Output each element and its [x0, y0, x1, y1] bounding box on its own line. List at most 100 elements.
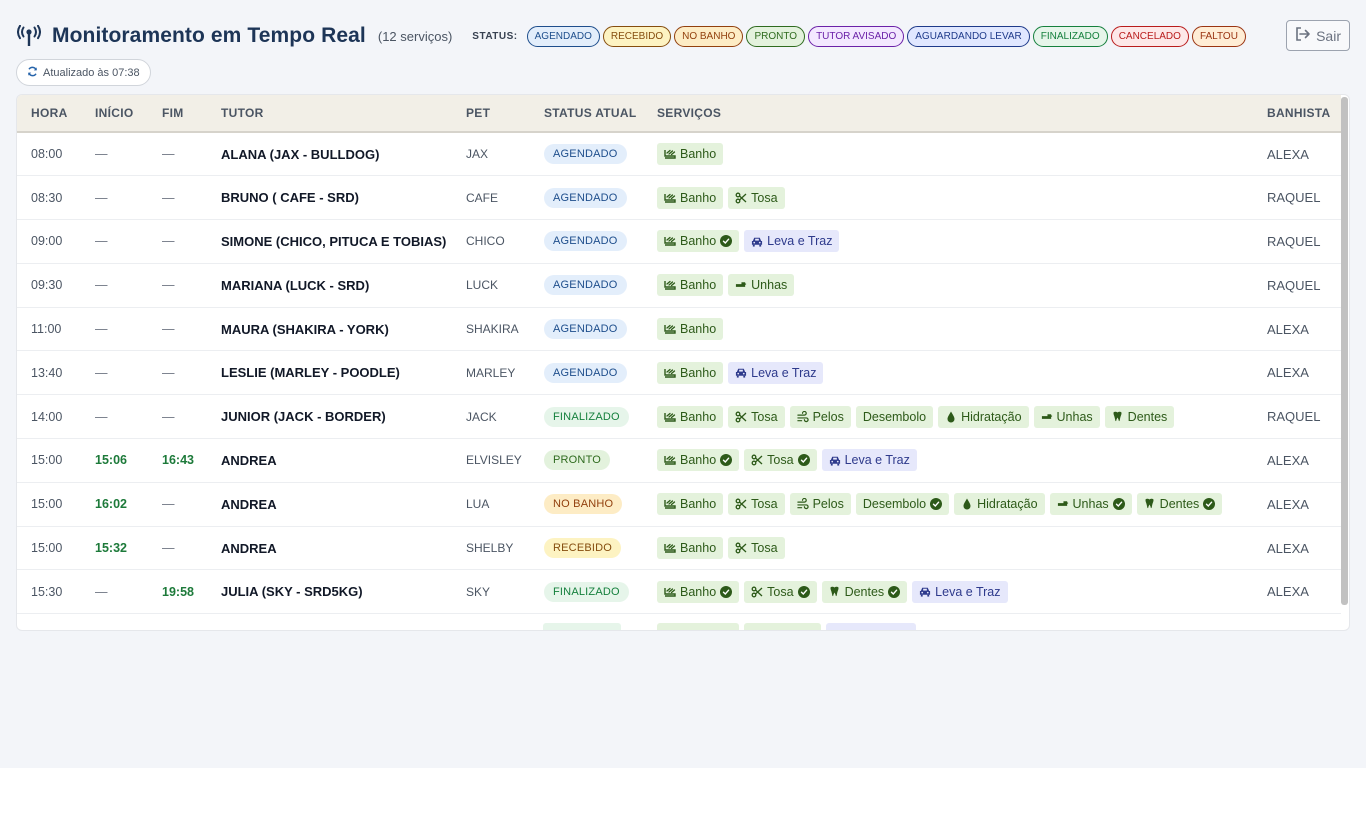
table-row[interactable]: 08:00 — — ALANA (JAX - BULLDOG) JAX AGENDADO B…: [17, 132, 1341, 176]
col-inicio: INÍCIO: [95, 95, 162, 133]
service-tag[interactable]: Dentes: [821, 580, 908, 603]
col-pet: PET: [466, 95, 544, 133]
cell-status: AGENDADO: [544, 307, 657, 351]
service-tag[interactable]: Tosa: [728, 537, 785, 560]
service-tag[interactable]: Banho: [657, 274, 724, 297]
service-label: Dentes: [844, 584, 885, 599]
partial-status-badge: [543, 623, 621, 630]
cell-banhista: RAQUEL: [1267, 233, 1321, 249]
cell-hora: 15:00: [31, 497, 63, 512]
service-tag[interactable]: Leva e Traz: [912, 580, 1008, 603]
service-label: Banho: [680, 584, 717, 599]
refresh-button[interactable]: Atualizado às 07:38: [16, 59, 151, 86]
service-tag[interactable]: Unhas: [1033, 405, 1100, 428]
table-row[interactable]: 15:00 15:06 16:43 ANDREA ELVISLEY PRONTO Banho…: [17, 439, 1341, 483]
car-icon: [751, 235, 763, 247]
cell-status: AGENDADO: [544, 220, 657, 264]
partial-service-tag: [826, 623, 916, 630]
table-body: 08:00 — — ALANA (JAX - BULLDOG) JAX AGENDADO B…: [17, 132, 1341, 614]
done-check-icon: [720, 585, 733, 598]
cell-banhista: ALEXA: [1267, 540, 1309, 556]
cell-tutor: BRUNO ( CAFE - SRD): [221, 190, 359, 206]
car-icon: [919, 586, 931, 598]
cell-hora: 11:00: [31, 322, 62, 337]
service-tag[interactable]: Banho: [657, 361, 724, 384]
service-tag[interactable]: Banho: [657, 405, 724, 428]
service-tag[interactable]: Desembolo: [855, 405, 934, 428]
logout-button[interactable]: Sair: [1286, 20, 1350, 51]
service-label: Tosa: [767, 453, 794, 468]
service-tag[interactable]: Tosa: [744, 449, 817, 472]
cell-tutor: ANDREA: [221, 496, 277, 512]
table-row[interactable]: 14:00 — — JUNIOR (JACK - BORDER) JACK FINALIZ…: [17, 395, 1341, 439]
service-label: Unhas: [1072, 497, 1109, 512]
cell-servicos: Banho Leva e Traz: [657, 220, 1267, 264]
service-tag[interactable]: Pelos: [789, 405, 851, 428]
status-badge: AGENDADO: [544, 362, 627, 383]
cell-tutor: LESLIE (MARLEY - POODLE): [221, 365, 400, 381]
service-tag[interactable]: Banho: [657, 230, 740, 253]
service-tag[interactable]: Banho: [657, 186, 724, 209]
cell-inicio: —: [95, 409, 108, 424]
service-tag[interactable]: Leva e Traz: [744, 230, 840, 253]
service-tag[interactable]: Banho: [657, 449, 740, 472]
bath-icon: [664, 235, 676, 247]
service-tag[interactable]: Leva e Traz: [821, 449, 917, 472]
table-row[interactable]: 08:30 — — BRUNO ( CAFE - SRD) CAFE AGENDADO Ba…: [17, 176, 1341, 220]
service-tag[interactable]: Hidratação: [938, 405, 1029, 428]
legend-faltou: FALTOU: [1191, 25, 1246, 47]
partial-row: [17, 623, 1341, 630]
done-check-icon: [930, 498, 943, 511]
service-tag[interactable]: Tosa: [728, 186, 785, 209]
cell-servicos: Banho: [657, 307, 1267, 351]
table-row[interactable]: 09:00 — — SIMONE (CHICO, PITUCA E TOBIAS) CH…: [17, 220, 1341, 264]
service-tag[interactable]: Hidratação: [954, 493, 1045, 516]
table-row[interactable]: 11:00 — — MAURA (SHAKIRA - YORK) SHAKIRA AGEN…: [17, 307, 1341, 351]
cell-pet: LUCK: [466, 278, 499, 293]
col-servicos: SERVIÇOS: [657, 95, 1267, 133]
table-row[interactable]: 13:40 — — LESLIE (MARLEY - POODLE) MARLEY AGE…: [17, 351, 1341, 395]
table-row[interactable]: 15:30 — 19:58 JULIA (SKY - SRD5KG) SKY FINALI…: [17, 570, 1341, 614]
service-tag[interactable]: Dentes: [1104, 405, 1175, 428]
table-row[interactable]: 15:00 15:32 — ANDREA SHELBY RECEBIDO Banho Tosa…: [17, 526, 1341, 570]
cell-pet: CHICO: [466, 234, 505, 249]
service-label: Hidratação: [977, 497, 1038, 512]
service-tag[interactable]: Desembolo: [855, 493, 950, 516]
service-tag[interactable]: Banho: [657, 537, 724, 560]
bath-icon: [664, 279, 676, 291]
cell-servicos: Banho Tosa Leva e Traz: [657, 439, 1267, 483]
table-row[interactable]: 09:30 — — MARIANA (LUCK - SRD) LUCK AGENDADO B…: [17, 263, 1341, 308]
service-tag[interactable]: Banho: [657, 318, 724, 341]
cell-banhista: ALEXA: [1267, 365, 1309, 381]
cell-servicos: Banho Leva e Traz: [657, 351, 1267, 395]
drop-icon: [945, 411, 957, 423]
cell-tutor: JUNIOR (JACK - BORDER): [221, 409, 386, 425]
wind-icon: [796, 410, 809, 423]
services-table-container[interactable]: HORA INÍCIO FIM TUTOR PET STATUS ATUAL S…: [16, 94, 1350, 631]
service-tag[interactable]: Unhas: [1049, 493, 1132, 516]
legend-recebido: RECEBIDO: [602, 25, 672, 47]
cell-pet: MARLEY: [466, 365, 516, 380]
cell-banhista: ALEXA: [1267, 452, 1309, 468]
service-tag[interactable]: Unhas: [728, 274, 795, 297]
service-tag[interactable]: Leva e Traz: [728, 361, 824, 384]
service-label: Unhas: [1056, 409, 1093, 424]
app-root: Monitoramento em Tempo Real (12 serviços…: [0, 0, 1366, 768]
hand-icon: [735, 279, 747, 291]
service-tag[interactable]: Banho: [657, 143, 724, 166]
service-tag[interactable]: Banho: [657, 493, 724, 516]
service-tag[interactable]: Tosa: [728, 405, 785, 428]
service-tag[interactable]: Banho: [657, 580, 740, 603]
cell-tutor: ANDREA: [221, 540, 277, 556]
service-tag[interactable]: Tosa: [728, 493, 785, 516]
legend-agendado: AGENDADO: [526, 25, 600, 47]
service-tag[interactable]: Tosa: [744, 580, 817, 603]
scissors-icon: [735, 192, 747, 204]
scrollbar[interactable]: [1341, 97, 1348, 605]
logout-icon: [1295, 27, 1311, 44]
service-label: Tosa: [751, 190, 778, 205]
service-tag[interactable]: Dentes: [1136, 493, 1223, 516]
updated-label: Atualizado às 07:38: [43, 66, 140, 79]
service-tag[interactable]: Pelos: [789, 493, 851, 516]
table-row[interactable]: 15:00 16:02 — ANDREA LUA NO BANHO Banho Tosa Pel…: [17, 482, 1341, 527]
